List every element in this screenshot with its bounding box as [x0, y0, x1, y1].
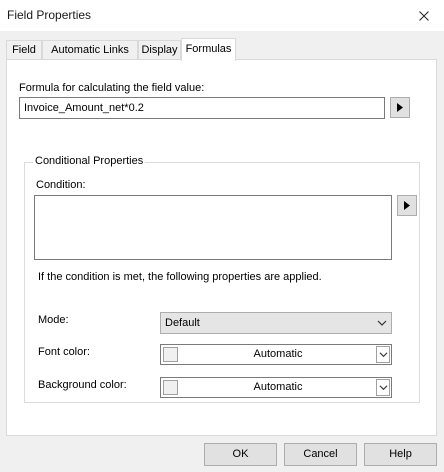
condition-label: Condition:	[36, 179, 86, 191]
chevron-down-icon	[379, 385, 387, 391]
background-color-value: Automatic	[253, 381, 303, 393]
conditional-properties-group: Conditional Properties Condition: If the…	[24, 155, 420, 403]
close-button[interactable]	[404, 0, 444, 31]
condition-builder-button[interactable]	[397, 195, 417, 216]
formula-builder-button[interactable]	[390, 97, 410, 118]
background-color-swatch	[163, 380, 178, 395]
ok-button[interactable]: OK	[204, 443, 277, 466]
mode-label: Mode:	[38, 314, 69, 326]
formula-label: Formula for calculating the field value:	[19, 82, 205, 94]
background-color-dropdown[interactable]	[376, 379, 390, 396]
close-icon	[419, 10, 429, 21]
mode-value: Default	[165, 317, 200, 329]
tab-field[interactable]: Field	[6, 40, 42, 60]
condition-input[interactable]	[34, 195, 392, 260]
font-color-label: Font color:	[38, 346, 90, 358]
font-color-dropdown[interactable]	[376, 346, 390, 363]
window-title: Field Properties	[7, 8, 92, 22]
background-color-picker[interactable]: Automatic	[160, 377, 392, 398]
font-color-swatch	[163, 347, 178, 362]
help-button[interactable]: Help	[364, 443, 437, 466]
triangle-right-icon	[404, 201, 410, 210]
formulas-panel: Formula for calculating the field value:…	[6, 59, 437, 436]
formula-input[interactable]: Invoice_Amount_net*0.2	[19, 97, 385, 119]
chevron-down-icon	[377, 320, 387, 326]
tab-automatic-links[interactable]: Automatic Links	[42, 40, 138, 60]
mode-select[interactable]: Default	[160, 312, 392, 334]
chevron-down-icon	[379, 352, 387, 358]
conditional-properties-legend: Conditional Properties	[33, 155, 146, 167]
formula-value: Invoice_Amount_net*0.2	[24, 102, 144, 114]
triangle-right-icon	[397, 103, 403, 112]
tab-formulas[interactable]: Formulas	[181, 38, 236, 61]
font-color-value: Automatic	[253, 348, 303, 360]
background-color-label: Background color:	[38, 379, 127, 391]
title-bar: Field Properties	[0, 0, 444, 31]
tab-display[interactable]: Display	[138, 40, 181, 60]
font-color-picker[interactable]: Automatic	[160, 344, 392, 365]
cancel-button[interactable]: Cancel	[284, 443, 357, 466]
condition-note: If the condition is met, the following p…	[38, 271, 322, 283]
